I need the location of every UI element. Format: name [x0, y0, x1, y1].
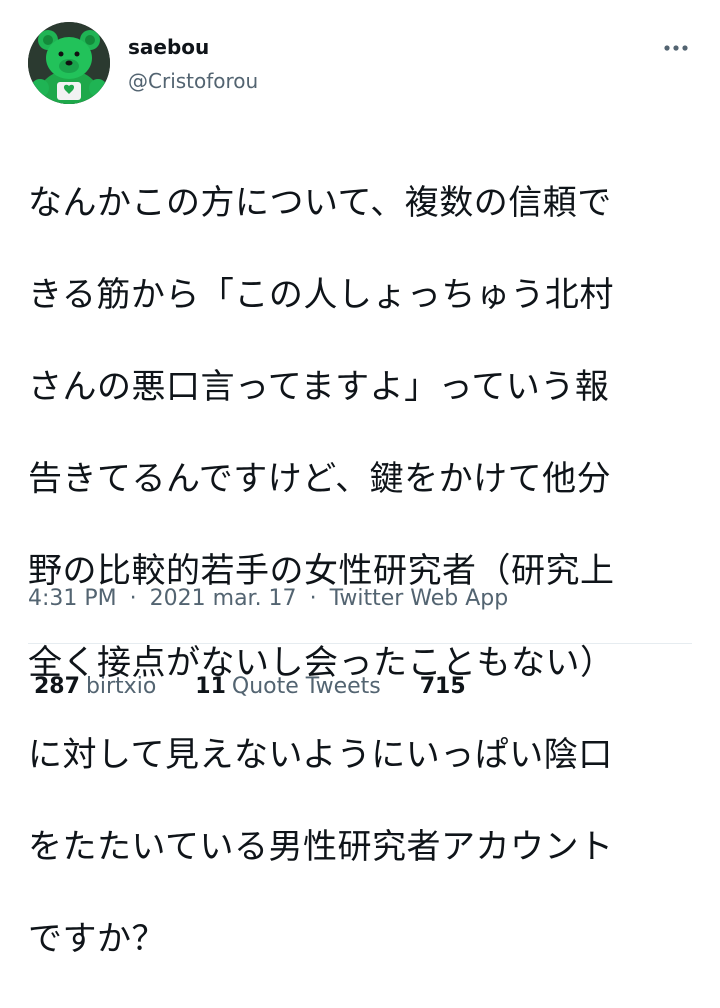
tweet-text: なんかこの方について、複数の信頼で きる筋から「この人しょっちゅう北村 さんの悪…	[28, 134, 696, 1008]
tweet-meta: 4:31 PM · 2021 mar. 17 · Twitter Web App	[28, 584, 508, 614]
likes-stat[interactable]: 715	[420, 672, 472, 702]
tweet-time[interactable]: 4:31 PM	[28, 586, 117, 611]
tweet-text-line: さんの悪口言ってますよ」っていう報	[28, 367, 610, 407]
retweets-label: birtxio	[85, 674, 157, 699]
meta-separator: ·	[129, 586, 137, 611]
likes-count: 715	[419, 674, 466, 699]
user-handle[interactable]: @Cristoforou	[128, 68, 258, 94]
tweet-text-line: きる筋から「この人しょっちゅう北村	[28, 275, 614, 315]
tweet-stats: 287 birtxio 11 Quote Tweets 715	[34, 672, 504, 702]
quote-tweets-label: Quote Tweets	[231, 674, 381, 699]
tweet-date[interactable]: 2021 mar. 17	[150, 586, 297, 611]
tweet-container: saebou @Cristoforou なんかこの方について、複数の信頼で きる…	[0, 0, 720, 959]
author-names: saebou @Cristoforou	[128, 34, 258, 94]
tweet-text-line: をたたいている男性研究者アカウント	[28, 827, 614, 867]
tweet-source-link[interactable]: Twitter Web App	[330, 586, 509, 611]
quote-tweets-stat[interactable]: 11 Quote Tweets	[195, 672, 380, 702]
retweets-stat[interactable]: 287 birtxio	[34, 672, 156, 702]
quote-tweets-count: 11	[195, 674, 226, 699]
more-options-button[interactable]	[662, 38, 690, 58]
tweet-text-line: なんかこの方について、複数の信頼で	[28, 183, 612, 223]
tweet-header: saebou @Cristoforou	[28, 22, 692, 106]
tweet-text-line: に対して見えないようにいっぱい陰口	[28, 735, 613, 775]
display-name[interactable]: saebou	[128, 34, 258, 60]
meta-separator: ·	[309, 586, 317, 611]
green-teddy-bear-icon	[28, 22, 110, 104]
more-options-icon	[664, 45, 688, 51]
avatar[interactable]	[28, 22, 110, 104]
divider	[28, 643, 692, 644]
retweets-count: 287	[34, 674, 80, 699]
tweet-text-line: 告きてるんですけど、鍵をかけて他分	[28, 459, 612, 499]
tweet-text-line: ですか？	[28, 919, 166, 959]
